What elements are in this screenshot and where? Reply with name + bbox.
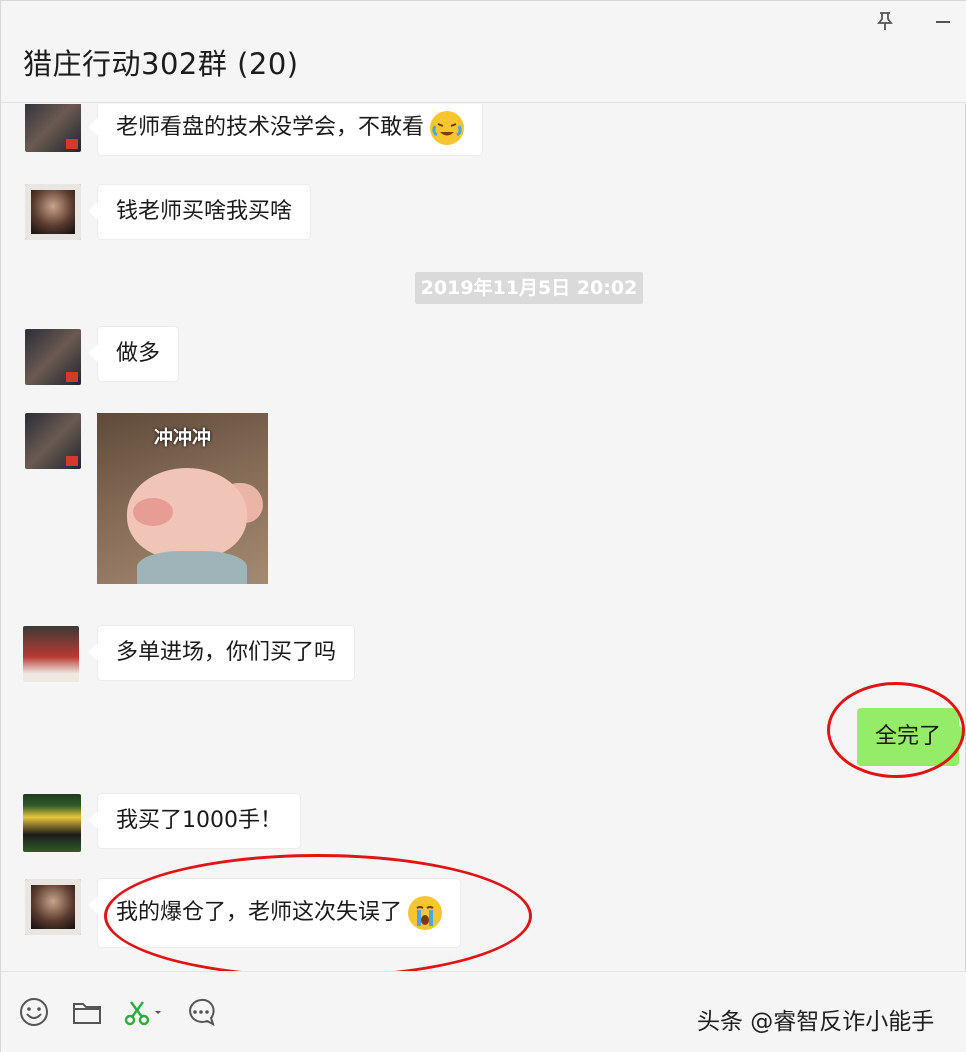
highlight-circle (827, 682, 965, 778)
avatar[interactable] (25, 413, 81, 469)
avatar[interactable] (25, 329, 81, 385)
title-bar: 猎庄行动302群 (20) (1, 1, 966, 103)
message-bubble[interactable]: 多单进场，你们买了吗 (98, 626, 355, 680)
minimize-icon[interactable] (931, 9, 955, 33)
message-list[interactable]: 老师看盘的技术没学会，不敢看 钱老师买啥我买啥 2019年11月5日 20:02… (1, 104, 966, 971)
avatar[interactable] (23, 626, 79, 682)
pin-icon[interactable] (873, 9, 897, 33)
chat-window: 猎庄行动302群 (20) 老师看盘的技术没学会，不敢看 钱老师买啥我买啥 20… (0, 0, 966, 1052)
message-bubble[interactable]: 做多 (98, 327, 179, 381)
avatar[interactable] (25, 104, 81, 152)
message-bubble[interactable]: 钱老师买啥我买啥 (98, 185, 311, 239)
timestamp: 2019年11月5日 20:02 (415, 272, 643, 304)
avatar[interactable] (25, 879, 81, 935)
message-bubble[interactable]: 我买了1000手！ (98, 794, 300, 848)
sticker-caption: 冲冲冲 (153, 427, 211, 449)
pig-snout (133, 498, 173, 526)
message-text: 我买了1000手！ (116, 808, 282, 833)
pig-body (137, 551, 247, 584)
avatar[interactable] (23, 794, 81, 852)
chat-title: 猎庄行动302群 (20) (23, 47, 299, 81)
input-toolbar: 头条 @睿智反诈小能手 (1, 971, 966, 1052)
message-bubble[interactable]: 老师看盘的技术没学会，不敢看 (98, 104, 483, 155)
message-text: 做多 (116, 341, 161, 366)
avatar[interactable] (25, 184, 81, 240)
message-text: 钱老师买啥我买啥 (116, 199, 293, 224)
laughing-crying-emoji (430, 111, 465, 145)
message-text: 多单进场，你们买了吗 (116, 640, 337, 665)
folder-icon[interactable] (71, 996, 103, 1028)
emoji-icon[interactable] (18, 996, 50, 1028)
message-text: 老师看盘的技术没学会，不敢看 (116, 115, 425, 140)
scissors-icon[interactable] (121, 996, 165, 1028)
watermark: 头条 @睿智反诈小能手 (697, 1009, 935, 1035)
highlight-circle (104, 854, 532, 971)
chat-history-icon[interactable] (185, 996, 217, 1028)
pig-sticker[interactable]: 冲冲冲 (97, 413, 268, 584)
